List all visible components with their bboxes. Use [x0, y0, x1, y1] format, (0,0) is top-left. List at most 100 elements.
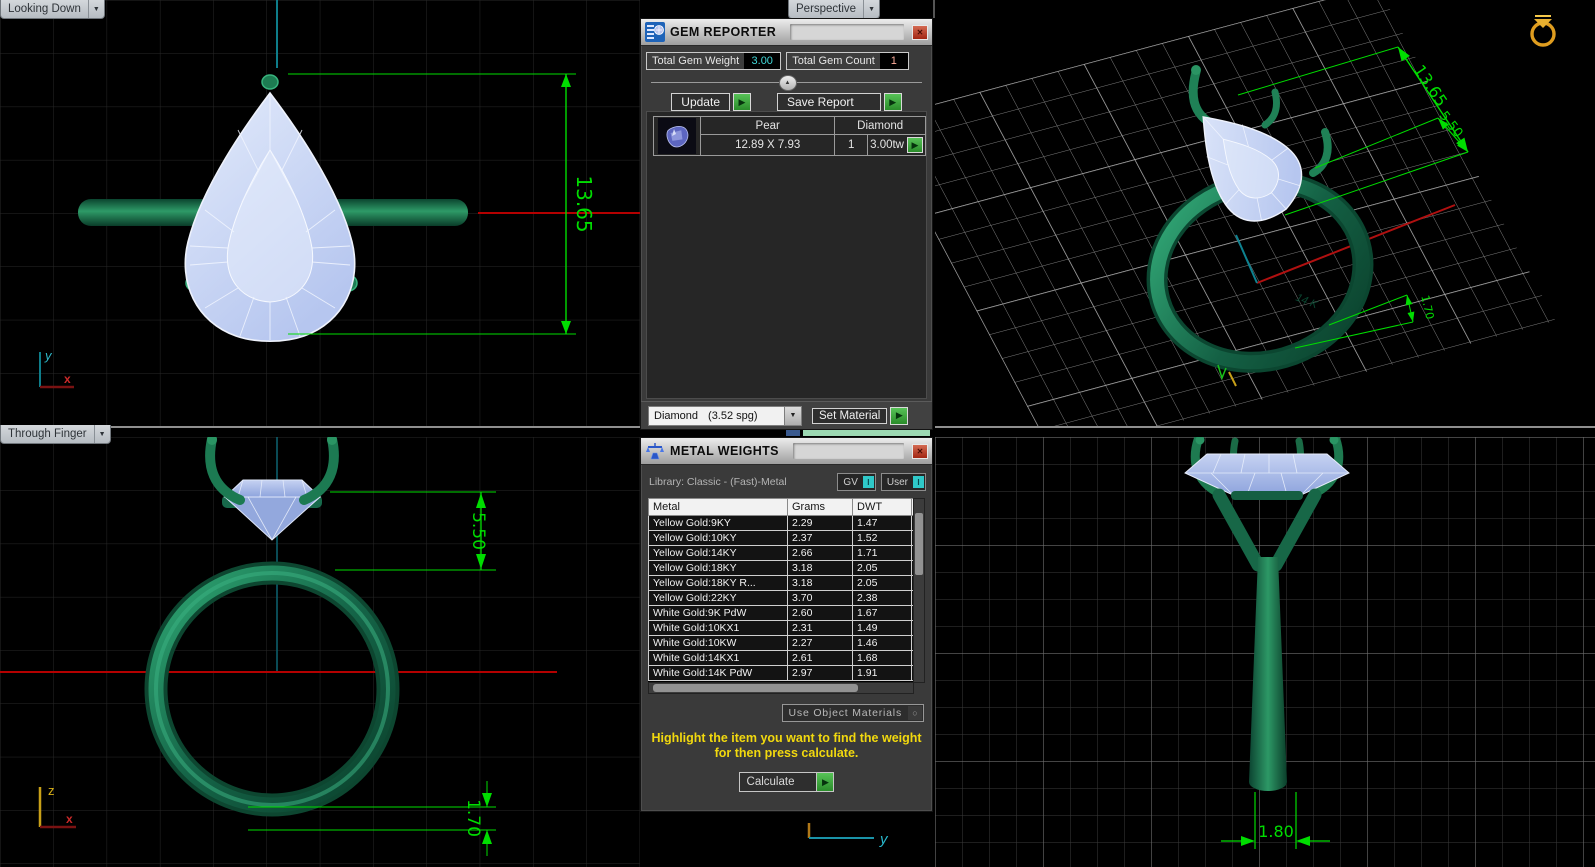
scrollbar-thumb[interactable] — [653, 684, 858, 692]
run-arrow-icon[interactable]: ▶ — [816, 773, 833, 791]
viewport-title: Through Finger — [1, 428, 94, 440]
scrollbar-thumb[interactable] — [915, 513, 923, 575]
gem-thumbnail[interactable] — [654, 117, 701, 156]
run-arrow-icon[interactable]: ▶ — [907, 137, 923, 153]
metal-dwt: 1.67 — [853, 606, 912, 621]
metal-grams: 2.37 — [788, 531, 853, 546]
metal-name: Yellow Gold:9KY — [649, 516, 788, 531]
gem-table[interactable]: Pear Diamond 12.89 X 7.93 1 3.00tw ▶ — [653, 116, 926, 156]
metal-weights-titlebar[interactable]: METAL WEIGHTS ✕ — [641, 438, 932, 465]
titlebar-inset — [790, 24, 904, 40]
metal-row[interactable]: Yellow Gold:22KY 3.70 2.38 17.89 — [649, 591, 915, 606]
update-button[interactable]: Update — [671, 93, 730, 111]
table-header-row: Metal Grams DWT SPG — [649, 499, 915, 516]
gem-reporter-titlebar[interactable]: GEM REPORTER ✕ — [641, 19, 932, 46]
metal-dwt: 2.05 — [853, 576, 912, 591]
total-gem-count-label: Total Gem Count — [787, 53, 880, 69]
metal-weights-table[interactable]: Metal Grams DWT SPG Yellow Gold:9KY 2.29… — [648, 498, 914, 681]
set-material-button[interactable]: Set Material — [812, 408, 887, 424]
viewport-title: Perspective — [789, 3, 863, 15]
collapse-arrow-icon[interactable]: ▲ — [779, 75, 797, 91]
metal-grams: 2.97 — [788, 666, 853, 681]
close-icon[interactable]: ✕ — [912, 444, 928, 459]
run-arrow-icon[interactable]: ▶ — [890, 407, 908, 425]
metal-row[interactable]: White Gold:14K PdW 2.97 1.91 14.37 — [649, 666, 915, 681]
vertical-scrollbar[interactable] — [913, 498, 925, 683]
metal-row[interactable]: Yellow Gold:18KY R... 3.18 2.05 15.41 — [649, 576, 915, 591]
x-axis-label: x — [66, 812, 73, 826]
metal-name: Yellow Gold:10KY — [649, 531, 788, 546]
material-dropdown-value: Diamond — [654, 410, 698, 422]
metal-name: Yellow Gold:22KY — [649, 591, 788, 606]
metal-dwt: 2.05 — [853, 561, 912, 576]
y-axis-label: y — [879, 831, 889, 848]
col-grams[interactable]: Grams — [788, 499, 853, 516]
gem-shape-header: Pear — [701, 117, 835, 135]
user-label: User — [882, 477, 913, 488]
chevron-down-icon[interactable]: ▼ — [784, 407, 801, 425]
minimized-tab[interactable] — [803, 430, 930, 436]
toggle-on-icon[interactable]: I — [863, 476, 874, 488]
viewport-label-through-finger[interactable]: Through Finger ▼ — [0, 425, 111, 444]
viewport-label-perspective[interactable]: Perspective ▼ — [788, 0, 880, 19]
use-object-materials-label: Use Object Materials — [783, 707, 908, 719]
metal-row[interactable]: White Gold:9K PdW 2.60 1.67 12.59 — [649, 606, 915, 621]
metal-grams: 3.18 — [788, 576, 853, 591]
gv-label: GV — [838, 477, 862, 488]
metal-row[interactable]: Yellow Gold:18KY 3.18 2.05 15.41 — [649, 561, 915, 576]
viewport-perspective[interactable]: 14 K 13.65 — [935, 0, 1595, 427]
dialog-title: GEM REPORTER — [670, 25, 776, 39]
dialog-title: METAL WEIGHTS — [670, 444, 779, 458]
gv-toggle[interactable]: GV I — [837, 473, 875, 491]
x-axis-label: x — [64, 372, 71, 386]
chevron-down-icon[interactable]: ▼ — [864, 0, 879, 18]
metal-row[interactable]: Yellow Gold:10KY 2.37 1.52 11.43 — [649, 531, 915, 546]
metal-row[interactable]: Yellow Gold:9KY 2.29 1.47 11.08 — [649, 516, 915, 531]
metal-grams: 3.70 — [788, 591, 853, 606]
metal-row[interactable]: White Gold:14KX1 2.61 1.68 12.61 — [649, 651, 915, 666]
metal-grams: 2.31 — [788, 621, 853, 636]
use-object-materials-toggle[interactable]: Use Object Materials ○ — [782, 704, 924, 722]
metal-name: Yellow Gold:18KY — [649, 561, 788, 576]
metal-row[interactable]: Yellow Gold:14KY 2.66 1.71 12.88 — [649, 546, 915, 561]
metal-row[interactable]: White Gold:10KX1 2.31 1.49 11.18 — [649, 621, 915, 636]
total-gem-weight-label: Total Gem Weight — [647, 53, 744, 69]
run-arrow-icon[interactable]: ▶ — [733, 93, 751, 111]
run-arrow-icon[interactable]: ▶ — [884, 93, 902, 111]
col-dwt[interactable]: DWT — [853, 499, 912, 516]
prong — [262, 75, 278, 89]
metal-dwt: 2.38 — [853, 591, 912, 606]
total-gem-count-value: 1 — [880, 53, 908, 69]
material-dropdown[interactable]: Diamond (3.52 spg) ▼ — [648, 406, 802, 426]
chevron-down-icon[interactable]: ▼ — [95, 425, 110, 443]
metal-name: White Gold:14K PdW — [649, 666, 788, 681]
material-dropdown-spg: (3.52 spg) — [708, 410, 758, 422]
viewport-splitter-horizontal[interactable] — [935, 426, 1595, 428]
toggle-on-icon[interactable]: I — [913, 476, 924, 488]
viewport-through-finger[interactable]: 5.50 1.70 z x — [0, 437, 640, 867]
viewport-label-looking-down[interactable]: Looking Down ▼ — [0, 0, 105, 19]
gem-weight-value: 3.00tw — [870, 139, 904, 151]
metal-grams: 2.29 — [788, 516, 853, 531]
metal-row[interactable]: White Gold:10KW 2.27 1.46 10.99 — [649, 636, 915, 651]
calculate-button[interactable]: Calculate ▶ — [739, 772, 835, 792]
instruction-text: Highlight the item you want to find the … — [641, 731, 932, 761]
viewport-splitter-vertical[interactable] — [933, 0, 935, 18]
calculate-label: Calculate — [740, 776, 817, 788]
col-metal[interactable]: Metal — [649, 499, 788, 516]
metal-dwt: 1.52 — [853, 531, 912, 546]
chevron-down-icon[interactable]: ▼ — [89, 0, 104, 18]
scale-icon — [645, 441, 665, 461]
radio-icon[interactable]: ○ — [908, 706, 922, 720]
instruction-line-2: for then press calculate. — [641, 746, 932, 761]
viewport-looking-down[interactable]: 13.65 y x — [0, 0, 640, 427]
metal-dwt: 1.46 — [853, 636, 912, 651]
user-toggle[interactable]: User I — [881, 473, 926, 491]
metal-name: Yellow Gold:14KY — [649, 546, 788, 561]
metal-dwt: 1.68 — [853, 651, 912, 666]
gem-list-panel: Pear Diamond 12.89 X 7.93 1 3.00tw ▶ — [646, 111, 927, 399]
save-report-button[interactable]: Save Report — [777, 93, 881, 111]
viewport-side[interactable]: 1.80 — [935, 437, 1595, 867]
horizontal-scrollbar[interactable] — [648, 682, 914, 694]
close-icon[interactable]: ✕ — [912, 25, 928, 40]
